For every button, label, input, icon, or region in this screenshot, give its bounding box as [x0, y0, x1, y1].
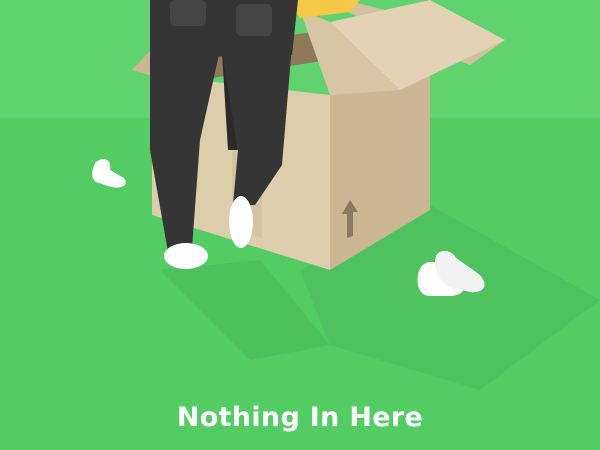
empty-state-screen: Nothing In Here	[0, 0, 600, 450]
empty-box-illustration	[92, 0, 600, 390]
sock-icon	[92, 159, 126, 188]
empty-state-title: Nothing In Here	[176, 402, 424, 433]
sock-right	[229, 196, 253, 248]
sock-left	[164, 243, 208, 269]
